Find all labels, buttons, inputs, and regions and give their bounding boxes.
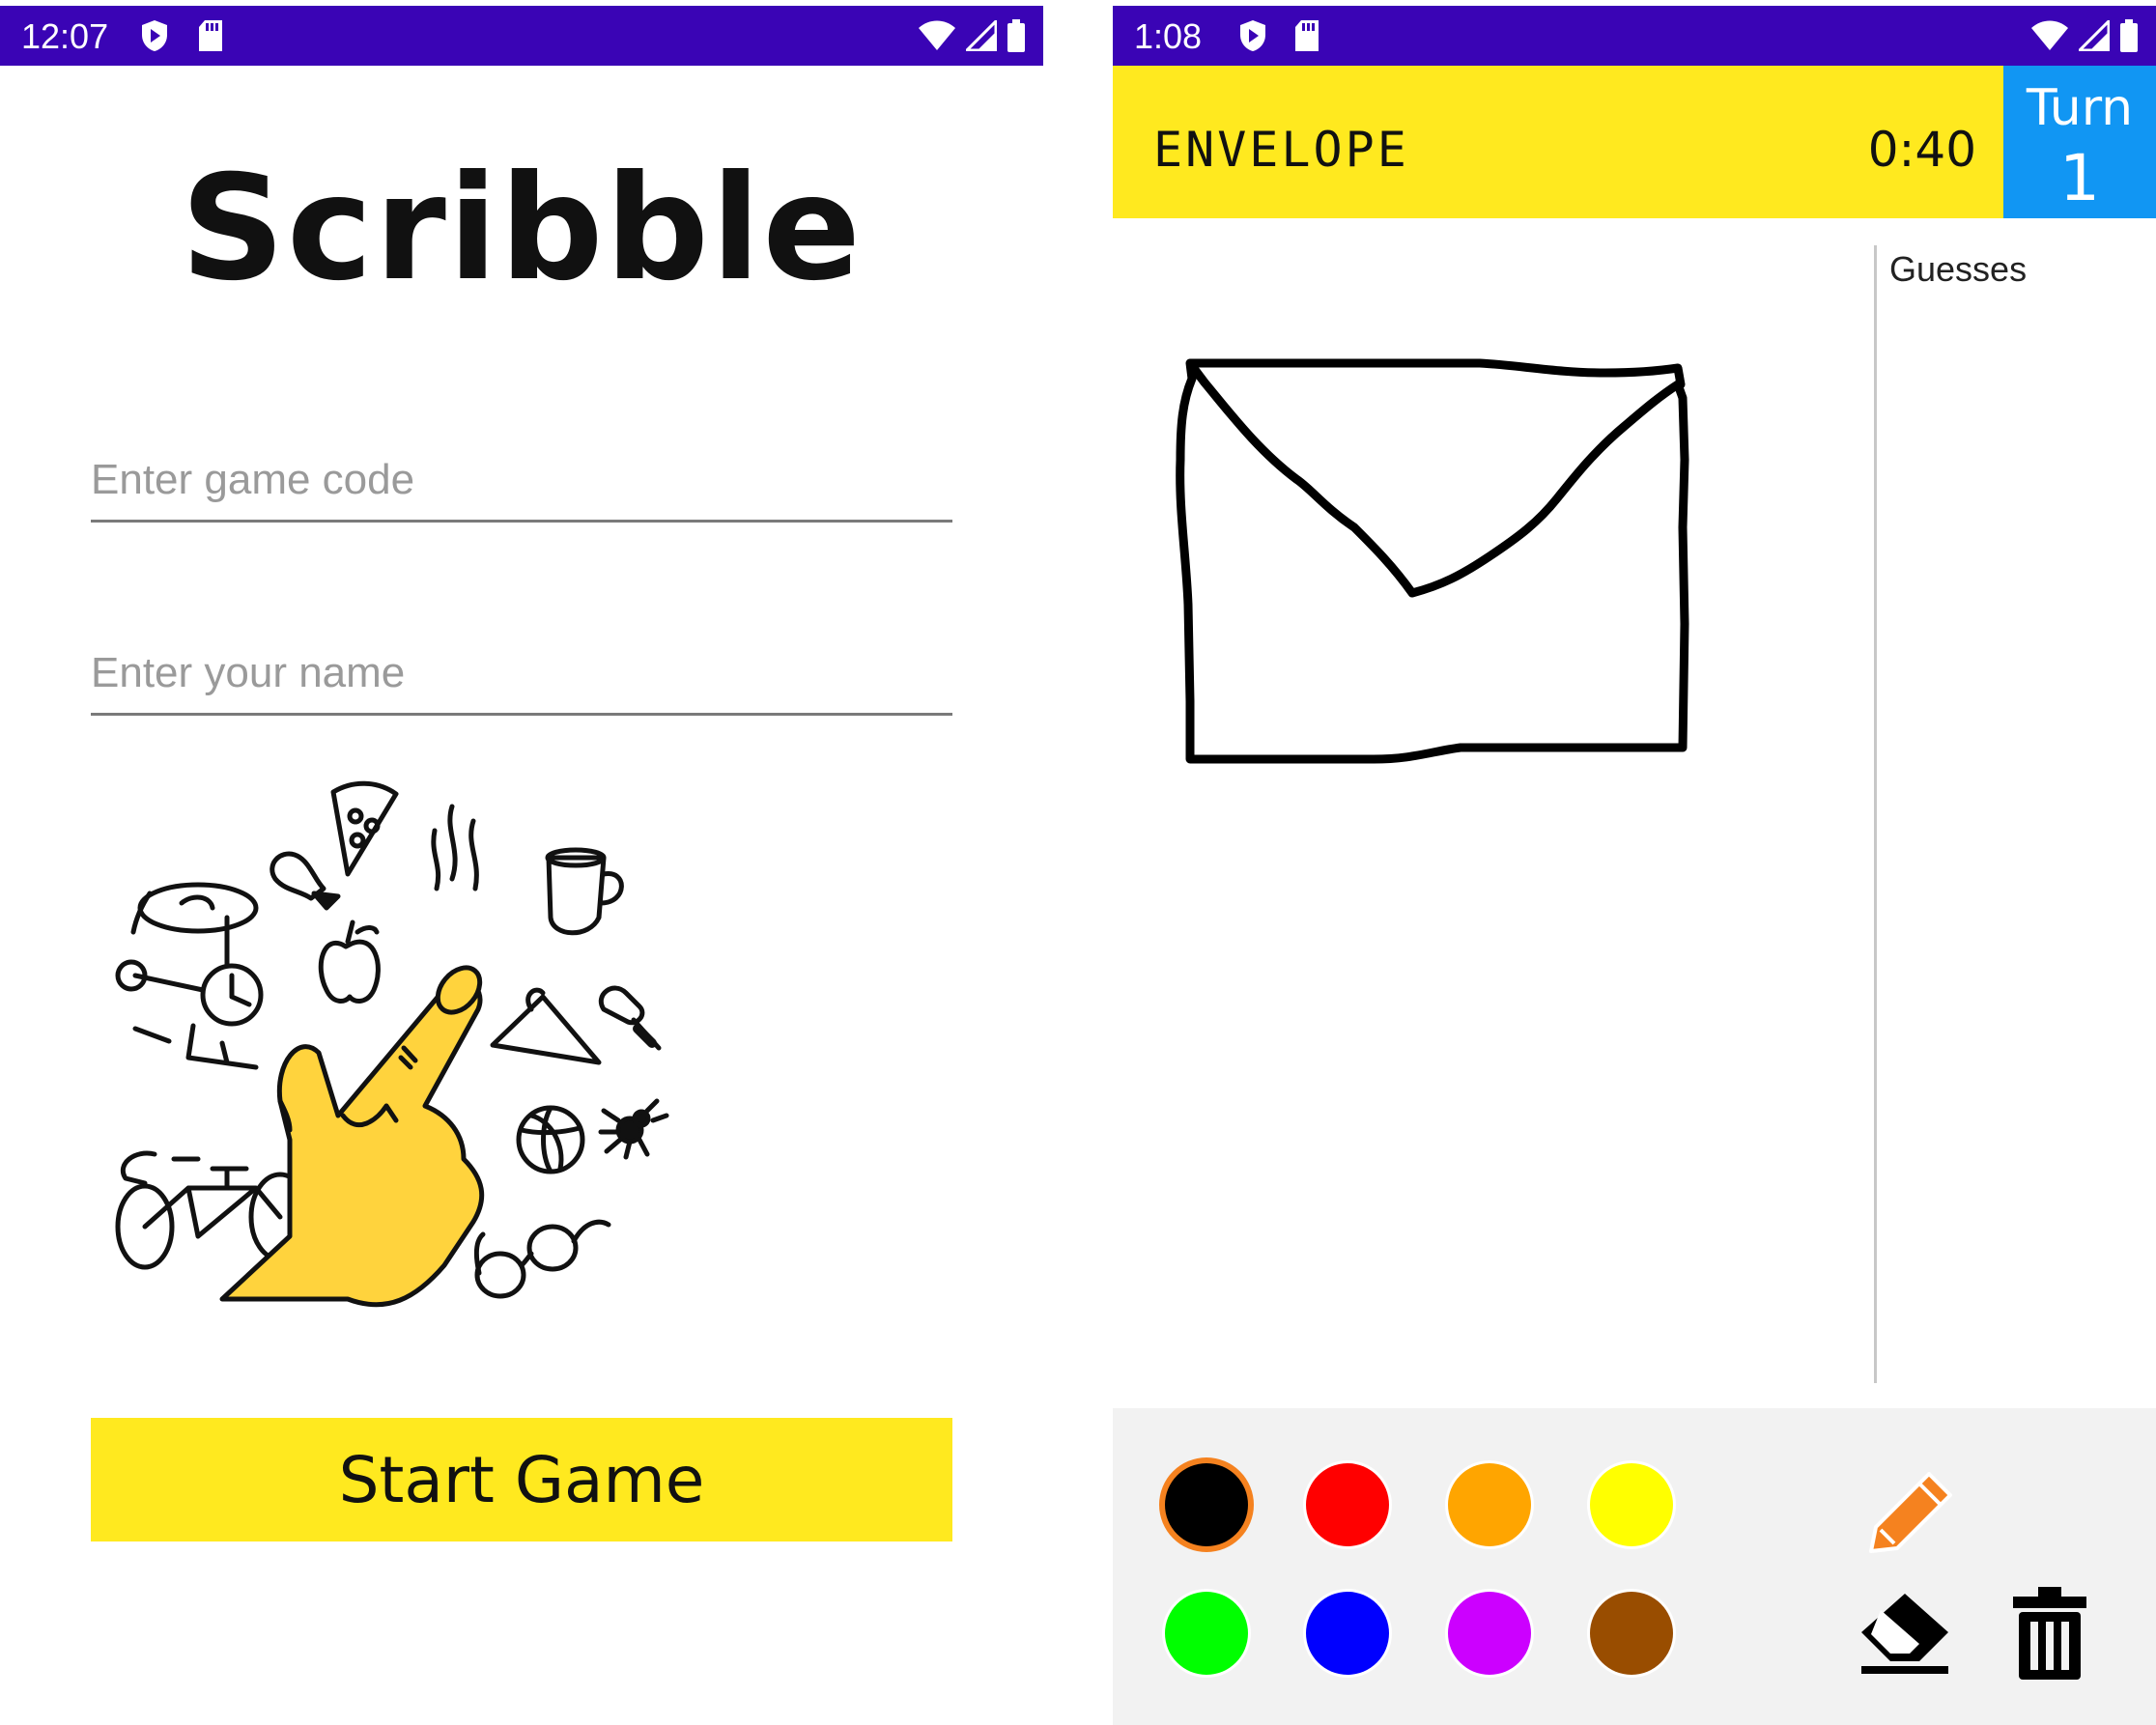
shield-icon: [142, 20, 167, 51]
shield-icon: [1240, 20, 1265, 51]
pizza-doodle: [330, 780, 399, 877]
turn-number: 1: [2059, 141, 2100, 215]
guesses-title: Guesses: [1889, 249, 2028, 289]
battery-icon: [1007, 19, 1025, 52]
guesses-divider: [1874, 245, 1877, 1383]
app-title: Scribble: [180, 145, 864, 313]
status-time: 1:08: [1134, 16, 1203, 56]
sd-card-icon: [199, 20, 222, 51]
color-black-swatch[interactable]: [1165, 1463, 1248, 1546]
status-icons: [918, 19, 1026, 52]
battery-icon: [2120, 19, 2138, 52]
drawing-canvas[interactable]: [1113, 218, 1874, 1377]
hanger-doodle: [490, 987, 602, 1065]
color-blue-swatch[interactable]: [1306, 1592, 1389, 1675]
apple-doodle: [318, 919, 381, 1004]
name-input[interactable]: [91, 639, 952, 716]
wifi-icon: [2031, 20, 2068, 50]
spider-doodle: [598, 1098, 669, 1160]
trash-icon[interactable]: [2011, 1585, 2088, 1682]
turn-label: Turn: [2026, 79, 2134, 137]
mug-doodle: [545, 847, 624, 936]
basketball-doodle: [516, 1105, 585, 1174]
home-screen: 12:07 Scribble Enter game code Enter you…: [0, 0, 1043, 1725]
game-screen: 1:08 ENVELOPE 0:40 Turn 1 Guesses: [1113, 0, 2156, 1725]
color-orange-swatch[interactable]: [1448, 1463, 1531, 1546]
start-game-button[interactable]: Start Game: [91, 1418, 952, 1541]
steam-doodle: [431, 804, 479, 891]
status-time: 12:07: [21, 16, 109, 56]
color-purple-swatch[interactable]: [1448, 1592, 1531, 1675]
color-yellow-swatch[interactable]: [1590, 1463, 1673, 1546]
status-icons: [2030, 19, 2139, 52]
lightbulb-doodle: [270, 851, 341, 911]
color-green-swatch[interactable]: [1165, 1592, 1248, 1675]
drawing-toolbar: [1113, 1408, 2156, 1725]
eraser-icon[interactable]: [1857, 1589, 1953, 1676]
word-bar: ENVELOPE 0:40: [1113, 66, 2003, 218]
sd-card-icon: [1295, 20, 1319, 51]
status-bar: 12:07: [0, 6, 1043, 66]
helicopter-doodle: [115, 882, 264, 1070]
color-brown-swatch[interactable]: [1590, 1592, 1673, 1675]
turn-indicator: Turn 1: [2003, 66, 2156, 218]
status-bar: 1:08: [1113, 6, 2156, 66]
pencil-icon[interactable]: [1861, 1464, 1958, 1561]
glasses-doodle: [473, 1219, 611, 1299]
game-code-input[interactable]: [91, 446, 952, 523]
doodle-illustration: [115, 780, 669, 1308]
signal-icon: [966, 20, 997, 51]
secret-word: ENVELOPE: [1153, 122, 1409, 178]
turn-timer: 0:40: [1867, 122, 1976, 178]
signal-icon: [2079, 20, 2110, 51]
color-red-swatch[interactable]: [1306, 1463, 1389, 1546]
pushpin-doodle: [599, 985, 662, 1051]
envelope-drawing: [1176, 358, 1689, 764]
wifi-icon: [919, 20, 955, 50]
